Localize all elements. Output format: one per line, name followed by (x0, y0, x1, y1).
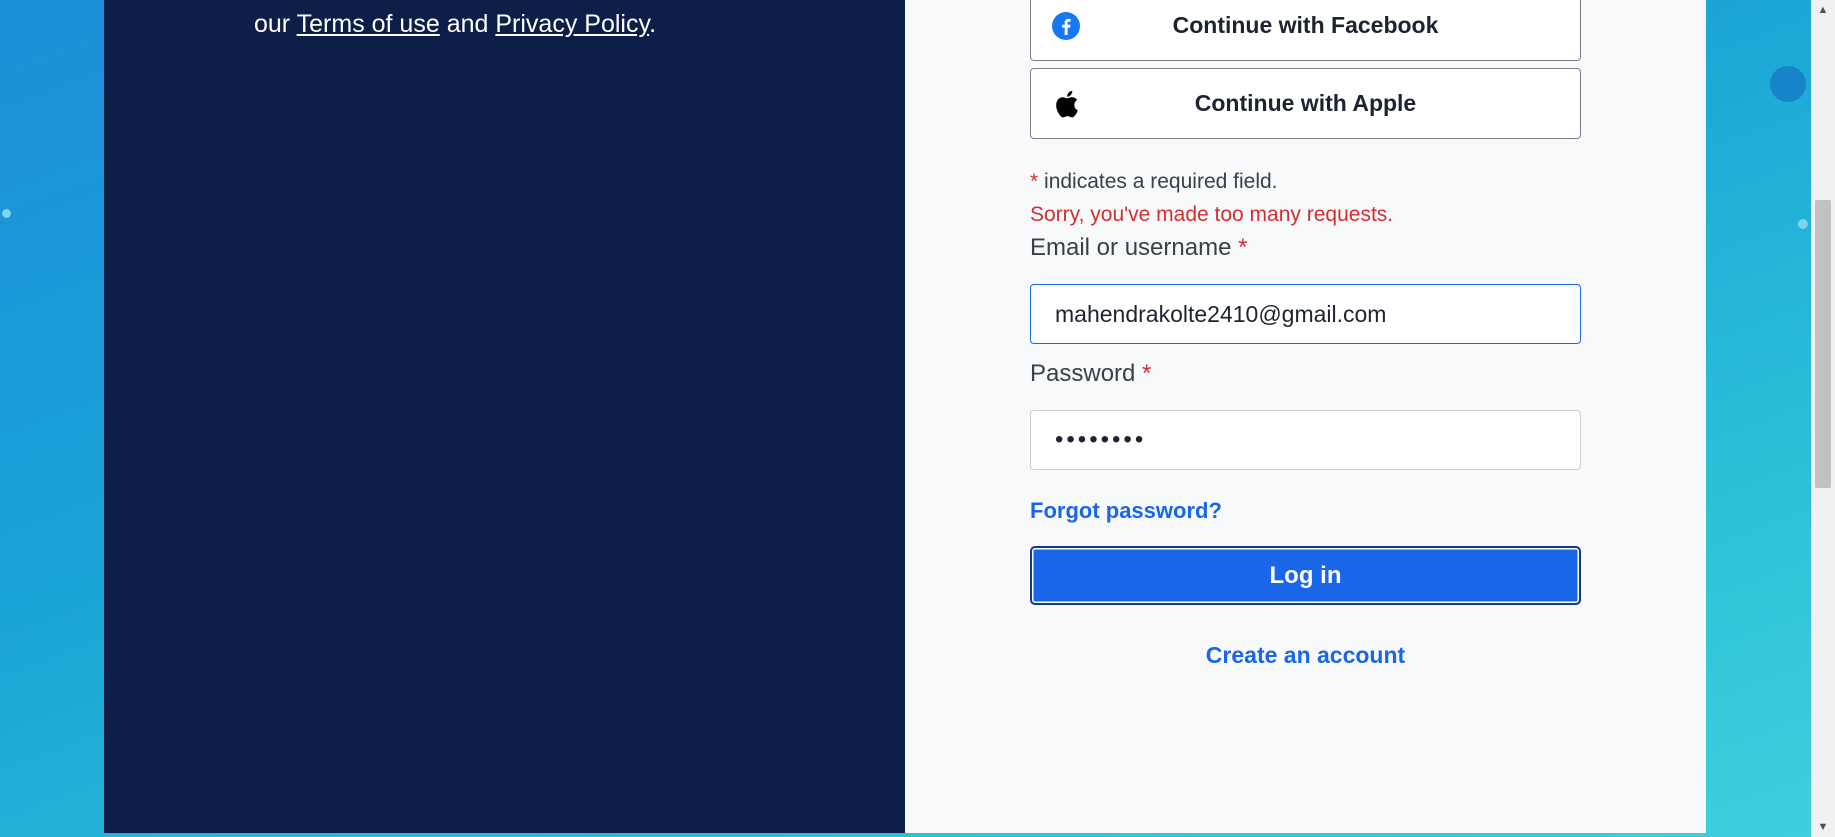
scroll-up-arrow-icon[interactable]: ▲ (1811, 0, 1835, 20)
login-page-card: our Terms of use and Privacy Policy. Con… (104, 0, 1706, 833)
scrollbar[interactable]: ▲ ▼ (1811, 0, 1835, 837)
apple-button-label: Continue with Apple (1194, 90, 1417, 116)
privacy-policy-link[interactable]: Privacy Policy (495, 10, 649, 38)
error-message: Sorry, you've made too many requests. (1030, 203, 1394, 226)
continue-with-facebook-button[interactable]: Continue with Facebook (1030, 0, 1581, 61)
background-decoration (1770, 66, 1806, 102)
email-label-text: Email or username (1030, 234, 1232, 261)
password-label-text: Password (1030, 360, 1136, 387)
required-asterisk: * (1142, 360, 1152, 387)
email-field[interactable] (1030, 284, 1581, 344)
email-field-label: Email or username * (1030, 234, 1247, 262)
background-decoration (2, 209, 11, 218)
scrollbar-thumb[interactable] (1815, 200, 1831, 488)
left-panel: our Terms of use and Privacy Policy. (104, 0, 905, 833)
legal-text: our Terms of use and Privacy Policy. (254, 10, 656, 39)
required-asterisk: * (1238, 234, 1248, 261)
legal-prefix: our (254, 10, 297, 38)
scroll-down-arrow-icon[interactable]: ▼ (1811, 817, 1835, 837)
required-field-note: * indicates a required field. (1030, 170, 1278, 194)
facebook-button-label: Continue with Facebook (1172, 12, 1439, 38)
required-note-text: indicates a required field. (1038, 170, 1278, 193)
password-field-label: Password * (1030, 360, 1151, 388)
legal-suffix: . (649, 10, 657, 38)
terms-of-use-link[interactable]: Terms of use (297, 10, 440, 38)
forgot-password-link[interactable]: Forgot password? (1030, 498, 1222, 524)
continue-with-apple-button[interactable]: Continue with Apple (1030, 68, 1581, 139)
log-in-button[interactable]: Log in (1030, 546, 1581, 605)
facebook-icon (1051, 11, 1081, 41)
required-asterisk: * (1030, 170, 1039, 193)
legal-conjunction: and (439, 10, 496, 38)
background-decoration (1798, 219, 1808, 229)
create-account-link[interactable]: Create an account (1030, 642, 1581, 669)
apple-icon (1051, 89, 1081, 119)
password-field[interactable] (1030, 410, 1581, 470)
right-panel: Continue with Facebook Continue with App… (905, 0, 1706, 833)
